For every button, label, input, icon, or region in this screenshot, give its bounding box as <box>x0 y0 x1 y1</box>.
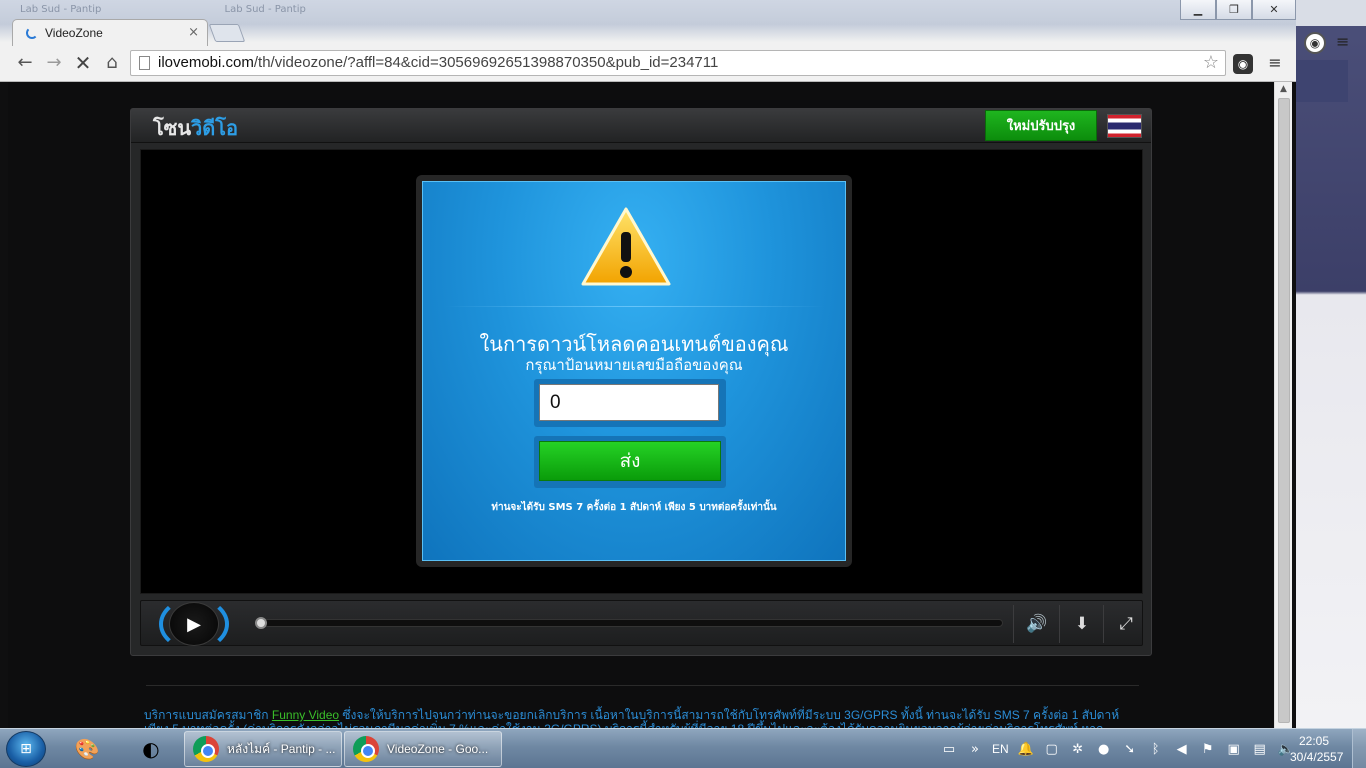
taskbar-item-label: หลังไมค์ - Pantip - ... <box>227 741 336 756</box>
thai-flag-icon[interactable] <box>1107 114 1142 138</box>
maximize-button[interactable]: ❐ <box>1216 0 1252 20</box>
media-tray-icon[interactable]: ◀ <box>1173 740 1191 758</box>
dialog-subheading: กรุณาป้อนหมายเลขมือถือของคุณ <box>525 356 743 374</box>
brand-main: โซน <box>153 116 191 140</box>
play-icon: ▶ <box>187 613 201 635</box>
network-arrow-icon[interactable]: ➘ <box>1121 740 1139 758</box>
download-icon[interactable]: ⬇ <box>1069 611 1095 637</box>
chrome-icon <box>193 736 219 762</box>
send-button[interactable]: ส่ง <box>539 441 721 481</box>
phone-field-wrapper: 0 <box>534 379 726 427</box>
system-tray: ▭ » EN 🔔 ▢ ✲ ● ➘ ᛒ ◀ ⚑ ▣ ▤ 🔈 <box>940 735 1295 763</box>
url-text: ilovemobi.com/th/videozone/?affl=84&cid=… <box>158 54 718 71</box>
phone-number-input[interactable]: 0 <box>539 384 719 421</box>
scrollbar-thumb[interactable] <box>1278 98 1290 723</box>
background-window-panel <box>1296 60 1348 102</box>
warning-icon <box>581 207 671 286</box>
folder-tray-icon[interactable]: ▭ <box>940 740 958 758</box>
funny-video-link[interactable]: Funny Video <box>272 708 339 722</box>
stop-button[interactable]: ✕ <box>72 52 94 74</box>
notification-bell-icon[interactable]: 🔔 <box>1017 740 1035 758</box>
play-button-ring: ▶ <box>159 597 229 651</box>
url-path: /th/videozone/?affl=84&cid=3056969265139… <box>253 54 719 71</box>
player-header: โซนวิดีโอ ใหม่ปรับปรุง <box>131 109 1151 143</box>
sms-pricing-note: ท่านจะได้รับ SMS 7 ครั้งต่อ 1 สัปดาห์ เพ… <box>491 502 777 513</box>
control-divider <box>1013 605 1014 643</box>
new-tab-button[interactable] <box>208 24 246 42</box>
settings-tray-icon[interactable]: ✲ <box>1069 740 1087 758</box>
network-icon[interactable]: ▤ <box>1251 740 1269 758</box>
chrome-icon <box>353 736 379 762</box>
bookmark-star-icon[interactable]: ☆ <box>1203 52 1219 73</box>
browser-window: Lab Sud - Pantip Lab Sud - Pantip ▁ ❐ ✕ … <box>0 0 1296 728</box>
control-divider <box>1103 605 1104 643</box>
device-tray-icon[interactable]: ▣ <box>1225 740 1243 758</box>
background-window-edge <box>1296 0 1366 26</box>
taskbar-item-label: VideoZone - Goo... <box>387 742 489 756</box>
address-bar[interactable]: ilovemobi.com/th/videozone/?affl=84&cid=… <box>130 50 1226 76</box>
dialog-panel: ในการดาวน์โหลดคอนเทนต์ของคุณ กรุณาป้อนหม… <box>422 181 846 561</box>
clock-time: 22:05 <box>1298 734 1330 748</box>
desktop-background: ◉ ≡ <box>1296 0 1366 728</box>
minimize-button[interactable]: ▁ <box>1180 0 1216 20</box>
url-host: ilovemobi.com <box>158 54 254 71</box>
hamburger-menu-icon[interactable]: ≡ <box>1266 54 1284 72</box>
dialog-divider <box>445 306 825 307</box>
home-button[interactable]: ⌂ <box>101 52 123 74</box>
record-tray-icon[interactable]: ● <box>1095 740 1113 758</box>
page-scrollbar[interactable]: ▲ <box>1274 82 1292 728</box>
download-dialog: ในการดาวน์โหลดคอนเทนต์ของคุณ กรุณาป้อนหม… <box>416 175 852 567</box>
tab-title: VideoZone <box>45 26 103 40</box>
windows-taskbar: ⊞ 🎨 ◐ หลังไมค์ - Pantip - ... VideoZone … <box>0 728 1366 768</box>
taskbar-item-videozone[interactable]: VideoZone - Goo... <box>344 731 502 767</box>
send-button-wrapper: ส่ง <box>534 436 726 488</box>
extension-icon[interactable]: ◉ <box>1233 54 1253 74</box>
update-button[interactable]: ใหม่ปรับปรุง <box>985 110 1097 141</box>
video-player-frame: โซนวิดีโอ ใหม่ปรับปรุง ในการดาวน์โหลดคอน… <box>130 108 1152 656</box>
seek-handle[interactable] <box>255 617 267 629</box>
tab-close-icon[interactable]: × <box>188 25 199 40</box>
app-launcher-icon[interactable]: ◐ <box>128 732 174 766</box>
back-button[interactable]: ← <box>14 52 36 74</box>
background-tabs: Lab Sud - Pantip Lab Sud - Pantip <box>20 4 426 20</box>
clock[interactable]: 22:05 30/4/2557 <box>1290 733 1344 765</box>
close-window-button[interactable]: ✕ <box>1252 0 1296 20</box>
footer-divider <box>146 685 1139 686</box>
terms-text: บริการแบบสมัครสมาชิก Funny Video ซึ่งจะใ… <box>144 708 1144 728</box>
action-center-icon[interactable]: ⚑ <box>1199 740 1217 758</box>
video-area[interactable]: ในการดาวน์โหลดคอนเทนต์ของคุณ กรุณาป้อนหม… <box>140 149 1143 594</box>
bluetooth-icon[interactable]: ᛒ <box>1147 740 1165 758</box>
overflow-chevron-icon[interactable]: » <box>966 740 984 758</box>
tab-videozone[interactable]: VideoZone × <box>12 19 208 46</box>
taskbar-item-pantip[interactable]: หลังไมค์ - Pantip - ... <box>184 731 342 767</box>
start-button[interactable]: ⊞ <box>6 731 46 767</box>
play-button[interactable]: ▶ <box>169 602 219 646</box>
chat-tray-icon[interactable]: ▢ <box>1043 740 1061 758</box>
clock-date: 30/4/2557 <box>1290 750 1344 764</box>
paint-app-icon[interactable]: 🎨 <box>64 732 110 766</box>
browser-chrome: Lab Sud - Pantip Lab Sud - Pantip ▁ ❐ ✕ … <box>0 0 1296 82</box>
terms-prefix: บริการแบบสมัครสมาชิก <box>144 708 272 722</box>
show-desktop-button[interactable] <box>1352 729 1366 768</box>
background-extension-icon: ◉ <box>1304 32 1326 54</box>
page-icon <box>139 56 150 70</box>
page-content: โซนวิดีโอ ใหม่ปรับปรุง ในการดาวน์โหลดคอน… <box>8 82 1274 728</box>
control-divider <box>1059 605 1060 643</box>
forward-button[interactable]: → <box>43 52 65 74</box>
player-controls: ▶ 🔊 ⬇ ⤢ <box>140 597 1143 651</box>
site-logo[interactable]: โซนวิดีโอ <box>153 112 238 144</box>
browser-toolbar: ← → ✕ ⌂ ilovemobi.com/th/videozone/?affl… <box>0 46 1296 80</box>
volume-icon[interactable]: 🔊 <box>1024 611 1050 637</box>
brand-accent: วิดีโอ <box>191 116 238 140</box>
seek-bar[interactable] <box>255 617 1003 629</box>
loading-spinner-icon <box>26 27 38 39</box>
background-tab-title: Lab Sud - Pantip <box>20 4 102 15</box>
fullscreen-icon[interactable]: ⤢ <box>1113 611 1139 637</box>
scroll-up-icon[interactable]: ▲ <box>1280 84 1287 94</box>
background-menu-icon: ≡ <box>1336 32 1350 51</box>
background-tab-title: Lab Sud - Pantip <box>224 4 306 15</box>
language-indicator[interactable]: EN <box>992 742 1009 756</box>
window-controls: ▁ ❐ ✕ <box>1180 0 1296 20</box>
